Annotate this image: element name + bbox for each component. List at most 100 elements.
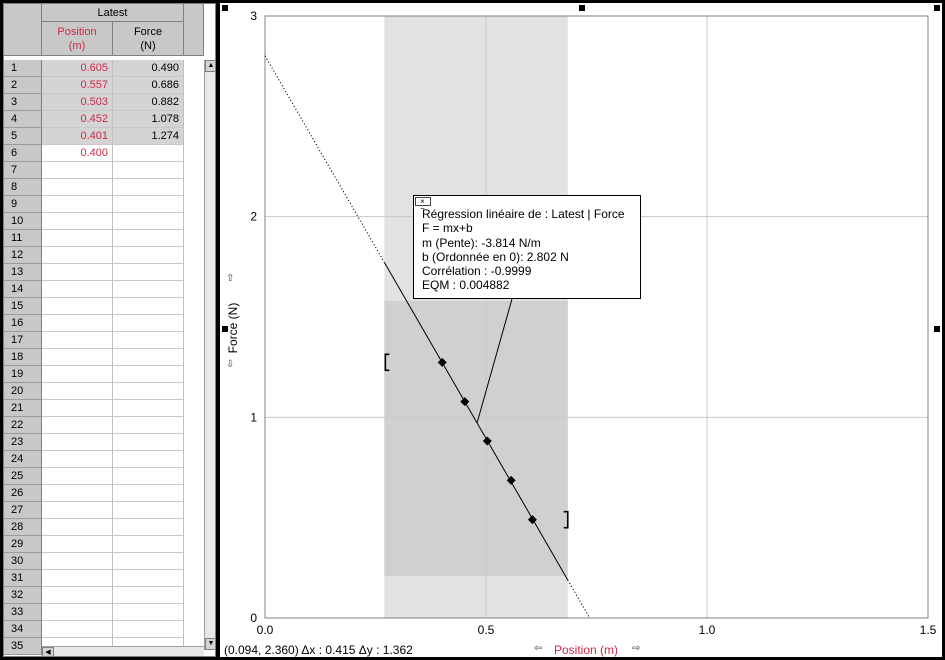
scroll-up-arrow-icon[interactable]: ▲	[205, 60, 215, 72]
row-number[interactable]: 18	[4, 349, 42, 366]
row-number[interactable]: 6	[4, 145, 42, 162]
cell-force[interactable]	[113, 621, 184, 638]
cell-force[interactable]	[113, 553, 184, 570]
row-number[interactable]: 32	[4, 587, 42, 604]
cell-force[interactable]	[113, 366, 184, 383]
row-number[interactable]: 29	[4, 536, 42, 553]
cell-force[interactable]	[113, 298, 184, 315]
column-header-position[interactable]: Position (m)	[42, 22, 113, 56]
cell-position[interactable]	[42, 434, 113, 451]
cell-force[interactable]	[113, 213, 184, 230]
cell-position[interactable]	[42, 570, 113, 587]
cell-force[interactable]	[113, 230, 184, 247]
row-number[interactable]: 24	[4, 451, 42, 468]
cell-force[interactable]	[113, 383, 184, 400]
x-axis-label[interactable]: Position (m)	[554, 643, 618, 657]
row-number[interactable]: 11	[4, 230, 42, 247]
cell-force[interactable]: 0.882	[113, 94, 184, 111]
row-number[interactable]: 4	[4, 111, 42, 128]
cell-force[interactable]	[113, 570, 184, 587]
cell-force[interactable]	[113, 502, 184, 519]
cell-force[interactable]: 0.490	[113, 60, 184, 77]
cell-force[interactable]	[113, 485, 184, 502]
cell-force[interactable]	[113, 196, 184, 213]
row-number[interactable]: 14	[4, 281, 42, 298]
cell-position[interactable]	[42, 315, 113, 332]
row-number[interactable]: 1	[4, 60, 42, 77]
cell-position[interactable]: 0.557	[42, 77, 113, 94]
row-number[interactable]: 16	[4, 315, 42, 332]
row-number[interactable]: 17	[4, 332, 42, 349]
row-number[interactable]: 27	[4, 502, 42, 519]
cell-position[interactable]	[42, 468, 113, 485]
close-icon[interactable]: × −	[415, 197, 431, 213]
row-number[interactable]: 26	[4, 485, 42, 502]
horizontal-scrollbar[interactable]: ◀	[42, 646, 204, 656]
cell-position[interactable]	[42, 247, 113, 264]
row-number[interactable]: 15	[4, 298, 42, 315]
cell-force[interactable]	[113, 468, 184, 485]
row-number[interactable]: 31	[4, 570, 42, 587]
row-number[interactable]: 13	[4, 264, 42, 281]
cell-position[interactable]	[42, 281, 113, 298]
cell-position[interactable]	[42, 383, 113, 400]
row-number[interactable]: 23	[4, 434, 42, 451]
cell-position[interactable]	[42, 298, 113, 315]
row-number[interactable]: 35	[4, 638, 42, 655]
cell-position[interactable]: 0.401	[42, 128, 113, 145]
cell-force[interactable]	[113, 179, 184, 196]
cell-position[interactable]	[42, 536, 113, 553]
cell-position[interactable]: 0.503	[42, 94, 113, 111]
cell-position[interactable]	[42, 213, 113, 230]
resize-handle-top-right[interactable]	[934, 5, 940, 11]
row-number[interactable]: 5	[4, 128, 42, 145]
cell-position[interactable]	[42, 621, 113, 638]
cell-position[interactable]	[42, 349, 113, 366]
cell-position[interactable]	[42, 502, 113, 519]
scroll-left-arrow-icon[interactable]: ◀	[42, 647, 54, 656]
cell-force[interactable]	[113, 162, 184, 179]
row-number[interactable]: 12	[4, 247, 42, 264]
resize-handle-right[interactable]	[934, 326, 940, 332]
row-number[interactable]: 34	[4, 621, 42, 638]
cell-position[interactable]	[42, 230, 113, 247]
cell-force[interactable]	[113, 247, 184, 264]
cell-force[interactable]	[113, 434, 184, 451]
cell-force[interactable]	[113, 451, 184, 468]
cell-position[interactable]	[42, 400, 113, 417]
cell-force[interactable]: 1.274	[113, 128, 184, 145]
row-number[interactable]: 10	[4, 213, 42, 230]
x-axis-right-arrow-icon[interactable]: ⇨	[632, 643, 640, 654]
cell-position[interactable]	[42, 604, 113, 621]
cell-position[interactable]	[42, 179, 113, 196]
cell-position[interactable]	[42, 417, 113, 434]
row-number[interactable]: 8	[4, 179, 42, 196]
resize-handle-top[interactable]	[579, 5, 585, 11]
x-axis-left-arrow-icon[interactable]: ⇦	[534, 643, 542, 654]
row-number[interactable]: 25	[4, 468, 42, 485]
cell-force[interactable]: 0.686	[113, 77, 184, 94]
graph-panel[interactable]: 0.0 0.5 1.0 1.5 0 1 2 3 ⇧ Force (N) ⇩ (0.094, 2…	[220, 3, 942, 657]
row-number[interactable]: 30	[4, 553, 42, 570]
cell-force[interactable]	[113, 281, 184, 298]
y-axis-label[interactable]: Force (N)	[226, 303, 240, 354]
row-number[interactable]: 2	[4, 77, 42, 94]
cell-position[interactable]	[42, 264, 113, 281]
scroll-down-arrow-icon[interactable]: ▼	[205, 638, 215, 650]
row-number[interactable]: 28	[4, 519, 42, 536]
cell-position[interactable]	[42, 332, 113, 349]
y-axis-down-arrow-icon[interactable]: ⇩	[226, 359, 234, 370]
cell-force[interactable]	[113, 400, 184, 417]
cell-position[interactable]	[42, 196, 113, 213]
cell-position[interactable]	[42, 485, 113, 502]
cell-force[interactable]: 1.078	[113, 111, 184, 128]
cell-position[interactable]	[42, 162, 113, 179]
cell-force[interactable]	[113, 604, 184, 621]
cell-force[interactable]	[113, 315, 184, 332]
row-number[interactable]: 22	[4, 417, 42, 434]
resize-handle-top-left[interactable]	[222, 5, 228, 11]
row-number[interactable]: 7	[4, 162, 42, 179]
row-number[interactable]: 9	[4, 196, 42, 213]
cell-position[interactable]	[42, 553, 113, 570]
cell-position[interactable]: 0.605	[42, 60, 113, 77]
